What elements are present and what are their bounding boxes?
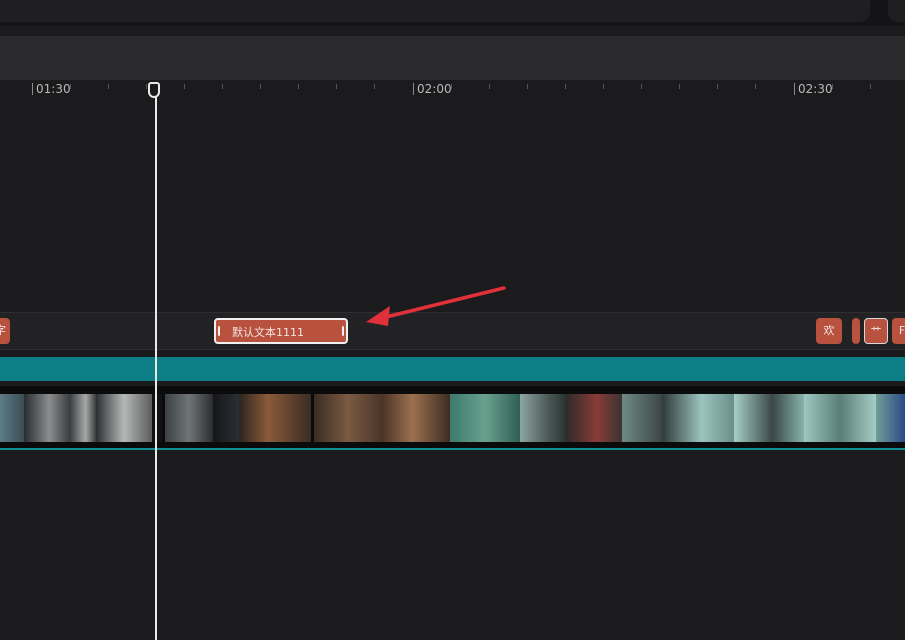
arrow-shaft — [380, 286, 506, 320]
ruler-tick — [527, 84, 528, 89]
text-clip-label: 欢 — [823, 324, 835, 337]
text-clip-label: 默认文本1111 — [232, 326, 304, 339]
ruler-tick — [108, 84, 109, 89]
ruler-tick — [755, 84, 756, 89]
video-thumbnail — [662, 394, 734, 442]
text-clip-right-4[interactable]: F — [892, 318, 905, 344]
ruler-tick — [222, 84, 223, 89]
video-thumbnail — [520, 394, 566, 442]
video-thumbnail — [566, 394, 622, 442]
video-thumbnail — [213, 394, 239, 442]
timeline-toolbar — [0, 36, 905, 80]
arrow-head — [366, 306, 390, 326]
video-thumbnail — [314, 394, 382, 442]
text-clip-label: 字 — [0, 324, 6, 337]
text-clip-right-3[interactable]: 艹 — [864, 318, 888, 344]
ruler-tick — [489, 84, 490, 89]
video-thumbnail — [0, 394, 24, 442]
top-panel-left — [0, 0, 870, 22]
ruler-tick — [184, 84, 185, 89]
video-thumbnail — [382, 394, 450, 442]
ruler-tick — [70, 84, 71, 89]
video-thumbnail — [165, 394, 213, 442]
ruler-label-0230: 02:30 — [798, 82, 833, 96]
text-clip-label: 艹 — [870, 325, 882, 338]
video-thumbnail — [239, 394, 311, 442]
ruler-tick — [298, 84, 299, 89]
ruler-tick — [717, 84, 718, 89]
playhead-line[interactable] — [155, 96, 157, 640]
video-editor-timeline: 01:30 02:00 02:30 字 默认文本1111 欢 艹 F — [0, 0, 905, 640]
ruler-label-0200: 02:00 — [417, 82, 452, 96]
video-thumbnail — [622, 394, 662, 442]
clip-trim-handle-right[interactable] — [342, 326, 344, 336]
ruler-major-tick — [413, 83, 414, 95]
video-thumbnail — [804, 394, 876, 442]
video-thumbnail — [70, 394, 96, 442]
text-clip-selected[interactable]: 默认文本1111 — [214, 318, 348, 344]
teal-track-clip[interactable] — [0, 357, 905, 381]
ruler-tick — [146, 84, 147, 89]
ruler-tick — [832, 84, 833, 89]
ruler-tick — [870, 84, 871, 89]
ruler-tick — [679, 84, 680, 89]
ruler-tick — [260, 84, 261, 89]
ruler-tick — [565, 84, 566, 89]
ruler-major-tick — [32, 83, 33, 95]
video-thumbnail — [450, 394, 520, 442]
ruler-tick — [336, 84, 337, 89]
video-thumbnail — [734, 394, 804, 442]
text-clip-label: F — [898, 324, 905, 337]
top-panel-right — [888, 0, 905, 22]
ruler-tick — [374, 84, 375, 89]
ruler-tick — [603, 84, 604, 89]
text-clip-right-1[interactable]: 欢 — [816, 318, 842, 344]
red-arrow-annotation — [366, 286, 506, 326]
ruler-major-tick — [794, 83, 795, 95]
ruler-tick — [451, 84, 452, 89]
text-clip-right-2[interactable] — [852, 318, 860, 344]
video-thumbnail — [876, 394, 905, 442]
playhead-handle-icon[interactable] — [148, 82, 160, 98]
text-clip-left-edge[interactable]: 字 — [0, 318, 10, 344]
video-thumbnail — [152, 394, 162, 442]
ruler-tick — [641, 84, 642, 89]
clip-trim-handle-left[interactable] — [218, 326, 220, 336]
ruler-label-0130: 01:30 — [36, 82, 71, 96]
time-ruler[interactable]: 01:30 02:00 02:30 — [0, 80, 905, 102]
video-thumbnail — [24, 394, 70, 442]
video-track[interactable] — [0, 386, 905, 450]
video-thumbnail — [96, 394, 152, 442]
